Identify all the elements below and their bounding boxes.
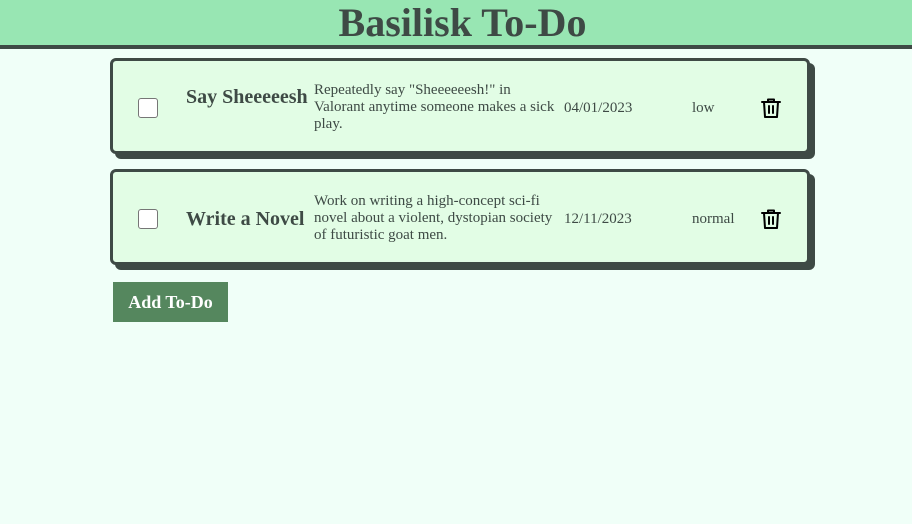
trash-icon: [761, 209, 781, 229]
todo-due-date: 04/01/2023: [564, 100, 633, 116]
todo-title: Say Sheeeeesh: [186, 86, 308, 108]
app-header: Basilisk To-Do: [0, 0, 912, 49]
todo-checkbox[interactable]: [138, 209, 158, 229]
delete-button[interactable]: [759, 96, 783, 120]
app-title: Basilisk To-Do: [338, 0, 587, 45]
todo-title: Write a Novel: [186, 208, 305, 230]
todo-item: Say Sheeeeesh Repeatedly say "Sheeeeeesh…: [110, 58, 810, 154]
add-todo-button[interactable]: Add To-Do: [113, 282, 228, 322]
todo-description: Work on writing a high-concept sci-fi no…: [314, 193, 553, 243]
trash-icon: [761, 98, 781, 118]
todo-priority: low: [692, 100, 715, 116]
todo-due-date: 12/11/2023: [564, 211, 632, 227]
todo-checkbox[interactable]: [138, 98, 158, 118]
todo-item: Write a Novel Work on writing a high-con…: [110, 169, 810, 265]
todo-description: Repeatedly say "Sheeeeeesh!" in Valorant…: [314, 82, 555, 132]
todo-priority: normal: [692, 211, 735, 227]
delete-button[interactable]: [759, 207, 783, 231]
